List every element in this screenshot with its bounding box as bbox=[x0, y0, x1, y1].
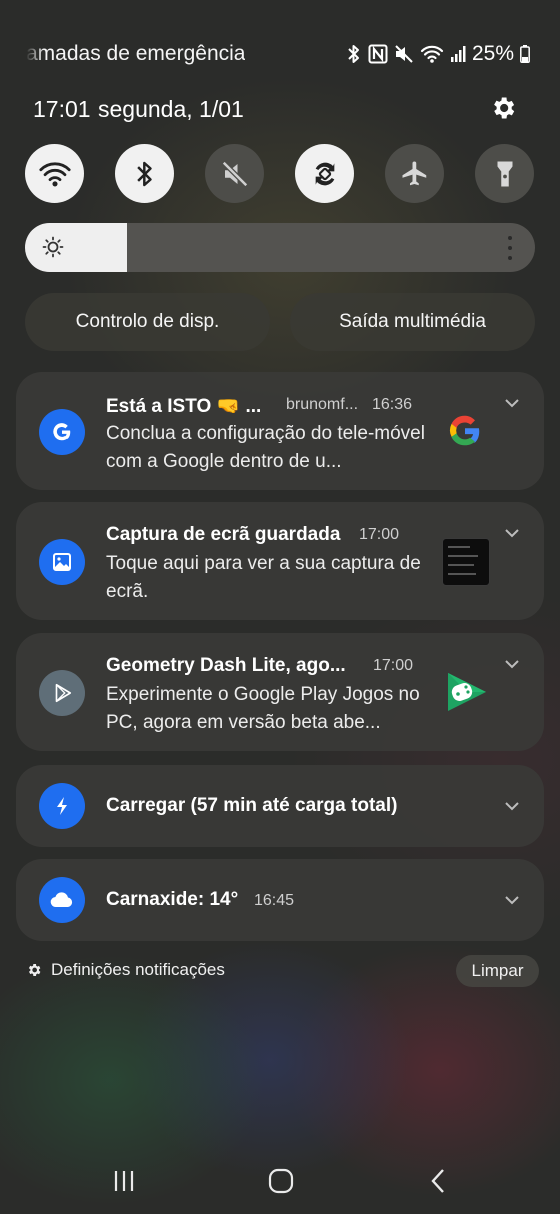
google-g-icon bbox=[39, 409, 85, 455]
notification-charging[interactable]: Carregar (57 min até carga total) bbox=[16, 765, 544, 847]
status-carrier-text: amadas de emergência bbox=[26, 42, 246, 65]
media-output-button[interactable]: Saída multimédia bbox=[290, 293, 535, 351]
battery-percent: 25% bbox=[471, 42, 514, 65]
notification-body: Experimente o Google Play Jogos no PC, a… bbox=[106, 684, 420, 733]
gear-icon bbox=[28, 964, 41, 976]
chevron-down-icon[interactable] bbox=[504, 895, 520, 905]
notification-screenshot[interactable]: Captura de ecrã guardada 17:00 Toque aqu… bbox=[16, 502, 544, 620]
notification-settings-label: Definições notificações bbox=[51, 960, 225, 979]
home-button[interactable] bbox=[261, 1166, 301, 1196]
flashlight-icon bbox=[497, 161, 512, 186]
nfc-icon bbox=[368, 44, 388, 64]
notification-title: Captura de ecrã guardada bbox=[106, 524, 341, 545]
notification-settings-link[interactable]: Definições notificações bbox=[26, 960, 225, 980]
date: segunda, 1/01 bbox=[98, 96, 244, 122]
clear-button[interactable]: Limpar bbox=[456, 955, 539, 987]
sun-icon bbox=[42, 236, 64, 258]
chevron-down-icon[interactable] bbox=[504, 528, 520, 538]
mute-icon bbox=[395, 45, 413, 63]
screenshot-thumbnail bbox=[442, 538, 490, 586]
toggle-airplane[interactable] bbox=[385, 144, 444, 203]
notification-play-games[interactable]: Geometry Dash Lite, ago... 17:00 Experim… bbox=[16, 633, 544, 751]
notification-time: 16:36 bbox=[372, 396, 413, 413]
wifi-icon bbox=[38, 161, 71, 186]
gear-icon bbox=[494, 97, 515, 119]
notification-title: Está a ISTO 🤜 ... bbox=[106, 396, 262, 417]
recent-apps-icon bbox=[114, 1171, 134, 1191]
notification-body: Toque aqui para ver a sua captura de ecr… bbox=[106, 553, 421, 602]
notification-title: Geometry Dash Lite, ago... bbox=[106, 655, 346, 676]
device-control-button[interactable]: Controlo de disp. bbox=[25, 293, 270, 351]
notification-time: 17:00 bbox=[359, 526, 400, 543]
recent-apps-button[interactable] bbox=[104, 1166, 144, 1196]
toggle-bluetooth[interactable] bbox=[115, 144, 174, 203]
cloud-icon bbox=[39, 877, 85, 923]
airplane-icon bbox=[402, 161, 426, 185]
battery-icon bbox=[520, 45, 530, 63]
notification-weather[interactable]: Carnaxide: 14° 16:45 bbox=[16, 859, 544, 941]
toggle-wifi[interactable] bbox=[25, 144, 84, 203]
status-icons: 25% bbox=[346, 42, 530, 66]
chevron-down-icon[interactable] bbox=[504, 398, 520, 408]
notification-time: 16:45 bbox=[254, 892, 295, 909]
toggle-sound[interactable] bbox=[205, 144, 264, 203]
play-games-logo-icon bbox=[448, 673, 486, 711]
notification-title: Carregar (57 min até carga total) bbox=[106, 795, 398, 816]
status-bar: amadas de emergência 25% bbox=[0, 40, 560, 70]
clock: 17:01 bbox=[33, 96, 91, 122]
google-logo-icon bbox=[450, 415, 480, 446]
toggle-auto-rotate[interactable] bbox=[295, 144, 354, 203]
brightness-level-fill bbox=[25, 223, 127, 272]
mute-icon bbox=[221, 160, 248, 187]
play-games-icon bbox=[39, 670, 85, 716]
notification-account: brunomf... bbox=[286, 396, 359, 413]
navigation-bar bbox=[0, 1150, 560, 1210]
chevron-down-icon[interactable] bbox=[504, 659, 520, 669]
rotate-icon bbox=[315, 162, 334, 185]
charging-bolt-icon bbox=[39, 783, 85, 829]
toggle-flashlight[interactable] bbox=[475, 144, 534, 203]
chevron-down-icon[interactable] bbox=[504, 801, 520, 811]
back-button[interactable] bbox=[418, 1166, 458, 1196]
home-icon bbox=[268, 1168, 294, 1194]
settings-button[interactable] bbox=[489, 94, 517, 122]
notification-title: Carnaxide: 14° bbox=[106, 889, 239, 910]
bluetooth-icon bbox=[136, 161, 152, 186]
bluetooth-icon bbox=[348, 45, 359, 63]
wifi-icon bbox=[420, 45, 444, 63]
panel-header: 17:01 segunda, 1/01 bbox=[0, 96, 560, 128]
brightness-more-button[interactable] bbox=[507, 236, 513, 260]
back-icon bbox=[431, 1169, 444, 1193]
signal-icon bbox=[450, 46, 466, 62]
notification-google[interactable]: Está a ISTO 🤜 ... brunomf... 16:36 Concl… bbox=[16, 372, 544, 490]
image-icon bbox=[39, 539, 85, 585]
notification-body: Conclua a configuração do tele-móvel com… bbox=[106, 423, 425, 472]
notification-time: 17:00 bbox=[373, 657, 414, 674]
brightness-slider[interactable] bbox=[25, 223, 535, 272]
